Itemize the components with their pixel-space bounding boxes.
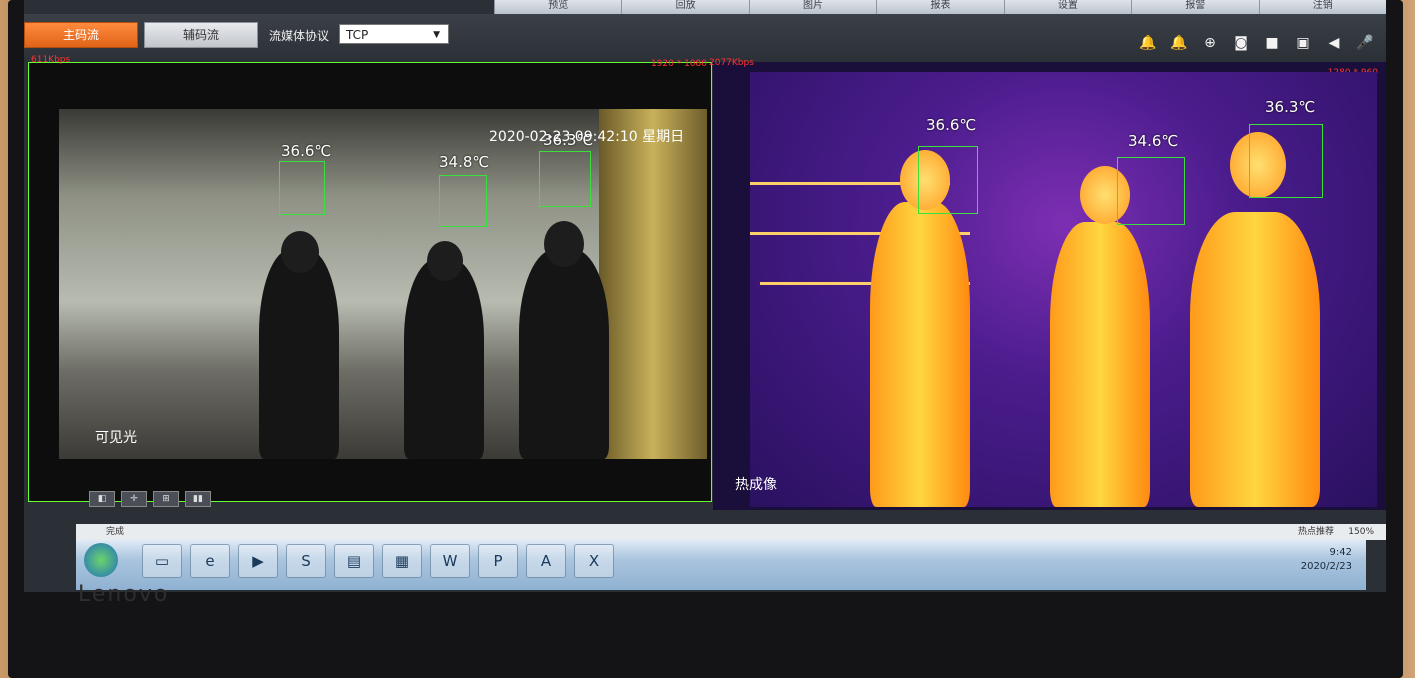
sub-stream-button[interactable]: 辅码流 <box>144 22 258 48</box>
main-stream-button[interactable]: 主码流 <box>24 22 138 48</box>
tab-alarm[interactable]: 报警 <box>1131 0 1259 14</box>
person-1-head <box>281 231 319 273</box>
face-box-2 <box>439 175 487 227</box>
hot-news-link[interactable]: 热点推荐 <box>1298 527 1334 537</box>
alarm-icon[interactable]: 🔔 <box>1168 34 1190 52</box>
tab-logout[interactable]: 注销 <box>1258 0 1386 14</box>
person-2-head <box>427 241 463 281</box>
thermal-person-2 <box>1050 222 1150 507</box>
windows-taskbar: ▭ e ▶ S ▤ ▦ W P A X 9:42 2020/2/23 <box>76 540 1366 590</box>
audio-icon[interactable]: ◀ <box>1323 34 1345 52</box>
cmd-icon[interactable]: ▭ <box>142 544 182 578</box>
face-box-1 <box>279 161 325 215</box>
clock-time: 9:42 <box>1329 547 1352 558</box>
status-text: 完成 <box>106 527 125 537</box>
clock-date: 2020/2/23 <box>1300 561 1352 572</box>
stats-icon[interactable]: ▮▮ <box>185 491 211 507</box>
bell-icon[interactable]: 🔔 <box>1137 34 1159 52</box>
start-button[interactable] <box>84 543 118 577</box>
protocol-value: TCP <box>346 28 369 42</box>
capture-icon[interactable]: ◧ <box>89 491 115 507</box>
video-timestamp: 2020-02-23 09:42:10 星期日 <box>489 129 685 145</box>
system-tray[interactable]: 9:42 2020/2/23 <box>1301 546 1352 574</box>
folder-icon[interactable]: ▤ <box>334 544 374 578</box>
tab-report[interactable]: 报表 <box>876 0 1004 14</box>
right-bitrate: 2077Kbps <box>709 58 754 68</box>
snapshot-icon[interactable]: ◙ <box>1230 34 1252 52</box>
pdf-icon[interactable]: A <box>526 544 566 578</box>
tab-picture[interactable]: 图片 <box>748 0 877 14</box>
zoom-in-icon[interactable]: ⊞ <box>153 491 179 507</box>
thermal-person-1 <box>870 202 970 507</box>
protocol-label: 流媒体协议 <box>269 29 330 43</box>
protocol-select[interactable]: TCP ▼ <box>339 24 449 44</box>
right-temp-3: 36.3℃ <box>1265 98 1316 116</box>
person-3 <box>519 249 609 459</box>
winrar-icon[interactable]: ▦ <box>382 544 422 578</box>
taskbar-apps: ▭ e ▶ S ▤ ▦ W P A X <box>142 544 614 578</box>
right-temp-1: 36.6℃ <box>926 116 977 134</box>
thermal-pane[interactable]: 2077Kbps 1280 * 960 36.6℃ 34.6℃ 36.3℃ 热成… <box>709 58 1386 510</box>
dropdown-arrow-icon: ▼ <box>433 30 440 40</box>
lenovo-logo: Lenovo <box>78 582 170 607</box>
camera-icon[interactable]: ▣ <box>1292 34 1314 52</box>
curtain-wall <box>599 109 707 459</box>
person-3-head <box>544 221 584 267</box>
tab-playback[interactable]: 回放 <box>621 0 749 14</box>
visible-light-video <box>59 109 707 459</box>
thermal-face-box-1 <box>918 146 978 214</box>
ptz-icon[interactable]: ✛ <box>121 491 147 507</box>
mic-icon[interactable]: 🎤 <box>1354 34 1376 52</box>
browser-status-bar: 完成 热点推荐 150% <box>76 524 1386 540</box>
ppt-icon[interactable]: P <box>478 544 518 578</box>
left-bitrate: 611Kbps <box>31 55 71 65</box>
zoom-level[interactable]: 150% <box>1348 527 1374 537</box>
face-box-3 <box>539 151 591 207</box>
pane-control-bar: ◧ ✛ ⊞ ▮▮ <box>89 491 211 507</box>
stream-toolbar: 主码流 辅码流 流媒体协议 TCP ▼ 🔔 🔔 ⊕ ◙ ■ ▣ ◀ 🎤 <box>24 14 1386 60</box>
ie-icon[interactable]: e <box>190 544 230 578</box>
thermal-face-box-3 <box>1249 124 1323 198</box>
status-right: 热点推荐 150% <box>1298 524 1374 540</box>
thermal-person-3 <box>1190 212 1320 507</box>
left-resolution: 1920 * 1080 <box>650 59 707 69</box>
left-temp-1: 36.6℃ <box>281 142 332 160</box>
right-temp-2: 34.6℃ <box>1128 132 1179 150</box>
word-icon[interactable]: W <box>430 544 470 578</box>
left-temp-2: 34.8℃ <box>439 153 490 171</box>
person-1 <box>259 249 339 459</box>
tab-preview[interactable]: 预览 <box>494 0 622 14</box>
laptop-screen: 预览 回放 图片 报表 设置 报警 注销 主码流 辅码流 流媒体协议 TCP ▼… <box>24 0 1386 592</box>
record-icon[interactable]: ■ <box>1261 34 1283 52</box>
toolbar-icons: 🔔 🔔 ⊕ ◙ ■ ▣ ◀ 🎤 <box>1137 34 1376 52</box>
visible-light-label: 可见光 <box>95 430 137 446</box>
thermal-label: 热成像 <box>735 477 777 493</box>
person-2 <box>404 259 484 459</box>
tab-settings[interactable]: 设置 <box>1003 0 1132 14</box>
thermal-face-box-2 <box>1117 157 1185 225</box>
top-navigation: 预览 回放 图片 报表 设置 报警 注销 <box>494 0 1386 14</box>
zoom-icon[interactable]: ⊕ <box>1199 34 1221 52</box>
excel-icon[interactable]: X <box>574 544 614 578</box>
sogou-icon[interactable]: S <box>286 544 326 578</box>
media-icon[interactable]: ▶ <box>238 544 278 578</box>
